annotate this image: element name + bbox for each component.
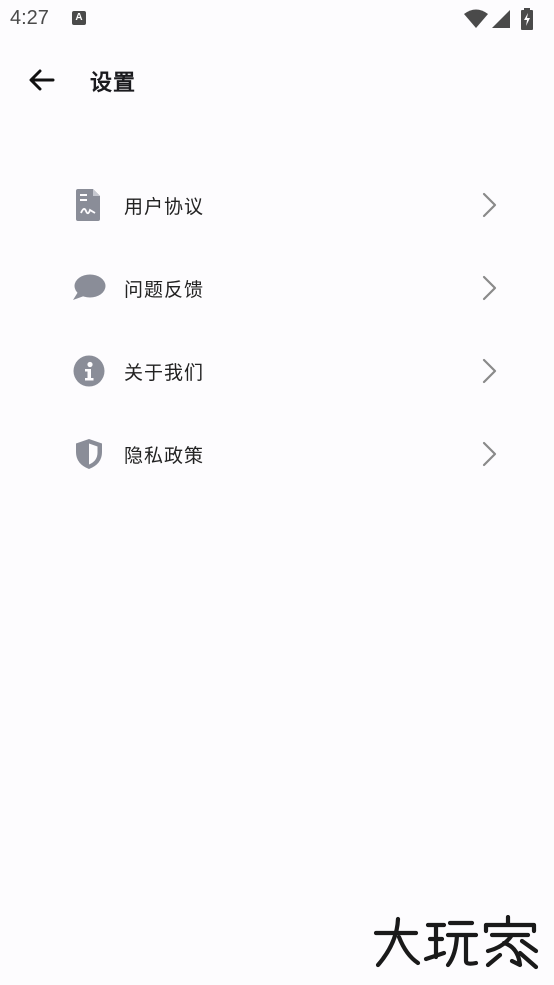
status-icons [464, 8, 544, 30]
shield-icon [72, 437, 106, 471]
menu-item-feedback[interactable]: 问题反馈 [0, 246, 554, 329]
menu-item-about-us[interactable]: 关于我们 [0, 329, 554, 412]
app-bar: 设置 [0, 48, 554, 112]
chevron-right-icon [482, 358, 497, 384]
menu-item-label: 问题反馈 [124, 279, 205, 301]
chat-bubble-icon [72, 271, 106, 305]
document-signature-icon [72, 188, 106, 222]
wifi-icon [464, 9, 488, 28]
info-icon [72, 354, 106, 388]
chevron-right-icon [482, 441, 497, 467]
arrow-left-icon [29, 69, 55, 91]
status-bar: 4:27 A [0, 0, 554, 38]
menu-item-user-agreement[interactable]: 用户协议 [0, 163, 554, 246]
settings-menu: 用户协议 问题反馈 关于我们 隐私政策 [0, 163, 554, 495]
menu-item-privacy-policy[interactable]: 隐私政策 [0, 412, 554, 495]
menu-item-label: 关于我们 [124, 362, 205, 384]
back-button[interactable] [22, 62, 62, 98]
menu-item-label: 隐私政策 [124, 445, 205, 467]
watermark-logo [373, 915, 539, 970]
menu-item-label: 用户协议 [124, 196, 205, 218]
signal-icon [492, 10, 510, 28]
notification-icon: A [72, 11, 86, 25]
status-time: 4:27 [10, 7, 49, 29]
chevron-right-icon [482, 192, 497, 218]
chevron-right-icon [482, 275, 497, 301]
page-title: 设置 [90, 71, 137, 96]
battery-icon [521, 8, 533, 30]
